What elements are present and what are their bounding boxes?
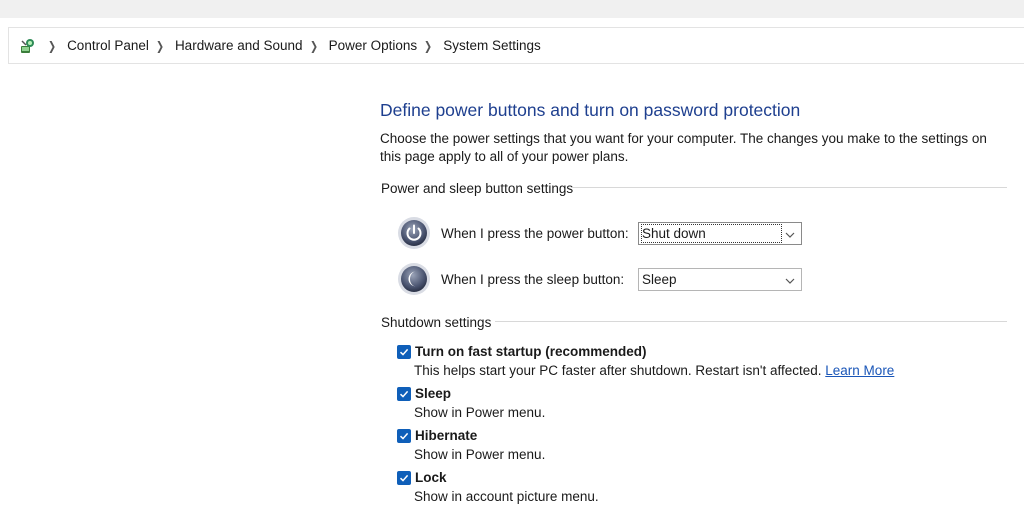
power-button-value: Shut down [641, 224, 782, 243]
sleep-option-label[interactable]: Sleep [415, 386, 451, 401]
fast-startup-checkbox[interactable] [397, 345, 411, 359]
chevron-right-icon[interactable]: ❯ [424, 39, 432, 53]
hibernate-option-description: Show in Power menu. [414, 447, 546, 462]
power-button-select[interactable]: Shut down [638, 222, 802, 245]
chevron-right-icon[interactable]: ❯ [156, 39, 164, 53]
fast-startup-description: This helps start your PC faster after sh… [414, 363, 894, 378]
fast-startup-description-text: This helps start your PC faster after sh… [414, 363, 822, 378]
lock-checkbox[interactable] [397, 471, 411, 485]
sleep-button-value: Sleep [642, 272, 677, 287]
breadcrumb-control-panel[interactable]: Control Panel [67, 38, 149, 53]
chevron-right-icon[interactable]: ❯ [48, 39, 56, 53]
fast-startup-label[interactable]: Turn on fast startup (recommended) [415, 344, 647, 359]
lock-option-description: Show in account picture menu. [414, 489, 599, 504]
group-divider [572, 187, 1007, 188]
control-panel-icon[interactable] [18, 37, 36, 55]
sleep-option-description: Show in Power menu. [414, 405, 546, 420]
chevron-down-icon [785, 274, 795, 284]
page-description: Choose the power settings that you want … [380, 131, 987, 164]
page-title: Define power buttons and turn on passwor… [380, 100, 801, 120]
breadcrumb-power-options[interactable]: Power Options [329, 38, 418, 53]
breadcrumb-hardware-and-sound[interactable]: Hardware and Sound [175, 38, 303, 53]
moon-icon [397, 262, 431, 296]
chevron-down-icon [785, 228, 795, 238]
window-top-strip [0, 0, 1024, 18]
sleep-checkbox[interactable] [397, 387, 411, 401]
learn-more-link[interactable]: Learn More [825, 363, 894, 378]
checkmark-icon [399, 432, 409, 440]
shutdown-group-header: Shutdown settings [381, 315, 492, 330]
power-icon [397, 216, 431, 250]
sleep-button-select[interactable]: Sleep [638, 268, 802, 291]
address-bar[interactable]: ❯ Control Panel ❯ Hardware and Sound ❯ P… [8, 27, 1024, 64]
hibernate-option-label[interactable]: Hibernate [415, 428, 477, 443]
lock-option-label[interactable]: Lock [415, 470, 447, 485]
breadcrumb: ❯ Control Panel ❯ Hardware and Sound ❯ P… [41, 28, 541, 63]
sleep-button-label: When I press the sleep button: [441, 272, 625, 287]
checkmark-icon [399, 474, 409, 482]
chevron-right-icon[interactable]: ❯ [310, 39, 318, 53]
power-button-label: When I press the power button: [441, 226, 629, 241]
hibernate-checkbox[interactable] [397, 429, 411, 443]
group-divider [495, 321, 1007, 322]
checkmark-icon [399, 390, 409, 398]
breadcrumb-system-settings[interactable]: System Settings [443, 38, 541, 53]
power-group-header: Power and sleep button settings [381, 181, 574, 196]
checkmark-icon [399, 348, 409, 356]
